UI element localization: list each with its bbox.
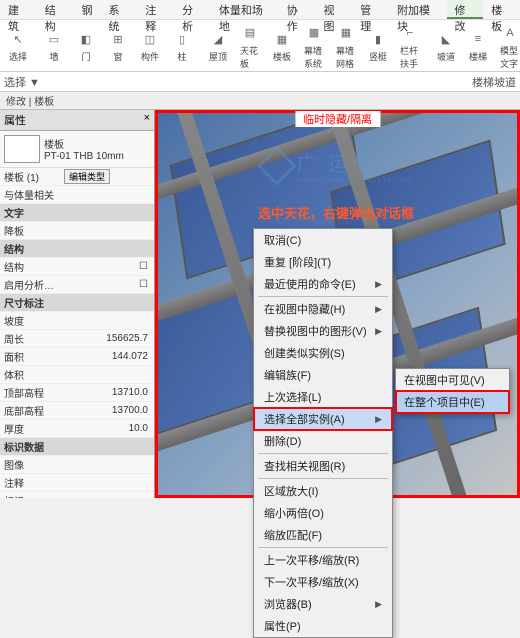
prop-row[interactable]: 文字 xyxy=(0,204,154,222)
ctx-item[interactable]: 重复 [阶段](T) xyxy=(254,251,392,273)
prop-row[interactable]: 降板 xyxy=(0,222,154,240)
ctx-item[interactable]: 下一次平移/缩放(X) xyxy=(254,571,392,593)
ctx-item[interactable]: 编辑族(F) xyxy=(254,364,392,386)
ctx-item[interactable]: 上次选择(L) xyxy=(254,386,392,408)
tool-屋顶[interactable]: ◢屋顶 xyxy=(204,28,232,64)
tool-天花板[interactable]: ▤天花板 xyxy=(236,22,264,71)
ctx-item[interactable]: 替换视图中的图形(V)▶ xyxy=(254,320,392,342)
prop-row[interactable]: 坡度 xyxy=(0,312,154,330)
ctx-item[interactable]: 浏览器(B)▶ xyxy=(254,593,392,615)
ribbon-tab-钢[interactable]: 钢 xyxy=(74,0,101,19)
viewport[interactable]: 临时隐藏/隔离 广 运询 GUANGZHU CONSULTATION 选中天花，… xyxy=(155,110,520,498)
tool-楼板[interactable]: ▦楼板 xyxy=(268,28,296,64)
ctx-item[interactable]: 删除(D) xyxy=(254,430,392,452)
type-sub: PT-01 THB 10mm xyxy=(44,151,124,162)
edit-type-button[interactable]: 编辑类型 xyxy=(64,169,110,184)
ribbon-tab-体量和场地[interactable]: 体量和场地 xyxy=(211,0,279,19)
ribbon-tab-楼板[interactable]: 楼板 xyxy=(483,0,520,19)
prop-row[interactable]: 标记 xyxy=(0,492,154,498)
ctx-item[interactable]: 区域放大(I) xyxy=(254,480,392,502)
viewport-title: 临时隐藏/隔离 xyxy=(295,111,380,127)
prop-row[interactable]: 标识数据 xyxy=(0,438,154,456)
tool-竖梃[interactable]: ▮竖梃 xyxy=(364,28,392,64)
prop-row[interactable]: 面积144.072 xyxy=(0,348,154,366)
prop-row[interactable]: 注释 xyxy=(0,474,154,492)
tool-墙[interactable]: ▭墙 xyxy=(40,28,68,64)
tool-幕墙网格[interactable]: ▦幕墙网格 xyxy=(332,22,360,71)
ctx-item[interactable]: 缩小两倍(O) xyxy=(254,502,392,524)
prop-row[interactable]: 启用分析…☐ xyxy=(0,276,154,294)
select-dropdown[interactable]: 选择 ▼ xyxy=(4,74,40,90)
ctx-item[interactable]: 在视图中隐藏(H)▶ xyxy=(254,298,392,320)
type-thumbnail xyxy=(4,135,40,163)
tool-窗[interactable]: ⊞窗 xyxy=(104,28,132,64)
prop-row[interactable]: 结构☐ xyxy=(0,258,154,276)
tool-柱[interactable]: ▯柱 xyxy=(168,28,196,64)
close-icon[interactable]: × xyxy=(144,112,150,128)
tool-栏杆扶手[interactable]: ⌐栏杆扶手 xyxy=(396,22,424,71)
ctx-item[interactable]: 缩放匹配(F) xyxy=(254,524,392,546)
ribbon-tab-修改[interactable]: 修改 xyxy=(447,0,484,19)
ribbon-tab-附加模块[interactable]: 附加模块 xyxy=(389,0,447,19)
submenu: 在视图中可见(V)在整个项目中(E) xyxy=(395,368,510,414)
ctx-item[interactable]: 查找相关视图(R) xyxy=(254,455,392,477)
sub-item[interactable]: 在视图中可见(V) xyxy=(396,369,509,391)
tool-坡道[interactable]: ◣坡道 xyxy=(432,28,460,64)
prop-row[interactable]: 结构 xyxy=(0,240,154,258)
tool-模型文字[interactable]: A模型文字 xyxy=(496,22,520,71)
prop-row[interactable]: 体积 xyxy=(0,366,154,384)
ctx-item[interactable]: 选择全部实例(A)▶ xyxy=(254,408,392,430)
category-selector[interactable]: 楼板 (1) xyxy=(4,169,64,184)
properties-panel: 属性 × 楼板 PT-01 THB 10mm 楼板 (1) 编辑类型 与体量相关… xyxy=(0,110,155,498)
hint-text: 选中天花，右键弹出对话框 xyxy=(258,203,414,222)
context-tab[interactable]: 修改 | 楼板 xyxy=(0,92,520,110)
tool-楼梯[interactable]: ≡楼梯 xyxy=(464,28,492,64)
ribbon-tab-系统[interactable]: 系统 xyxy=(101,0,138,19)
ctx-item[interactable]: 属性(P) xyxy=(254,615,392,637)
ctx-item[interactable]: 上一次平移/缩放(R) xyxy=(254,549,392,571)
ribbon-tab-结构[interactable]: 结构 xyxy=(37,0,74,19)
prop-row[interactable]: 与体量相关 xyxy=(0,186,154,204)
prop-row[interactable]: 图像 xyxy=(0,456,154,474)
prop-row[interactable]: 顶部高程13710.0 xyxy=(0,384,154,402)
prop-row[interactable]: 尺寸标注 xyxy=(0,294,154,312)
sub-item[interactable]: 在整个项目中(E) xyxy=(396,391,509,413)
ctx-item[interactable]: 取消(C) xyxy=(254,229,392,251)
type-name: 楼板 xyxy=(44,136,124,151)
ctx-item[interactable]: 最近使用的命令(E)▶ xyxy=(254,273,392,295)
ribbon-tab-注释[interactable]: 注释 xyxy=(137,0,174,19)
tool-选择[interactable]: ↖选择 xyxy=(4,28,32,64)
ribbon-tab-分析[interactable]: 分析 xyxy=(174,0,211,19)
ribbon-tab-视图[interactable]: 视图 xyxy=(315,0,352,19)
tool-构件[interactable]: ◫构件 xyxy=(136,28,164,64)
watermark: 广 运询 GUANGZHU CONSULTATION xyxy=(262,148,412,184)
stair-ramp-label: 楼梯坡道 xyxy=(472,74,516,90)
tool-幕墙系统[interactable]: ▩幕墙系统 xyxy=(300,22,328,71)
prop-row[interactable]: 周长156625.7 xyxy=(0,330,154,348)
prop-row[interactable]: 厚度10.0 xyxy=(0,420,154,438)
ribbon-tab-协作[interactable]: 协作 xyxy=(279,0,316,19)
properties-title: 属性 xyxy=(4,112,26,128)
tool-门[interactable]: ◧门 xyxy=(72,28,100,64)
prop-row[interactable]: 底部高程13700.0 xyxy=(0,402,154,420)
ctx-item[interactable]: 创建类似实例(S) xyxy=(254,342,392,364)
context-menu: 取消(C)重复 [阶段](T)最近使用的命令(E)▶ 在视图中隐藏(H)▶替换视图… xyxy=(253,228,393,638)
ribbon-tab-建筑[interactable]: 建筑 xyxy=(0,0,37,19)
ribbon-tab-管理[interactable]: 管理 xyxy=(352,0,389,19)
